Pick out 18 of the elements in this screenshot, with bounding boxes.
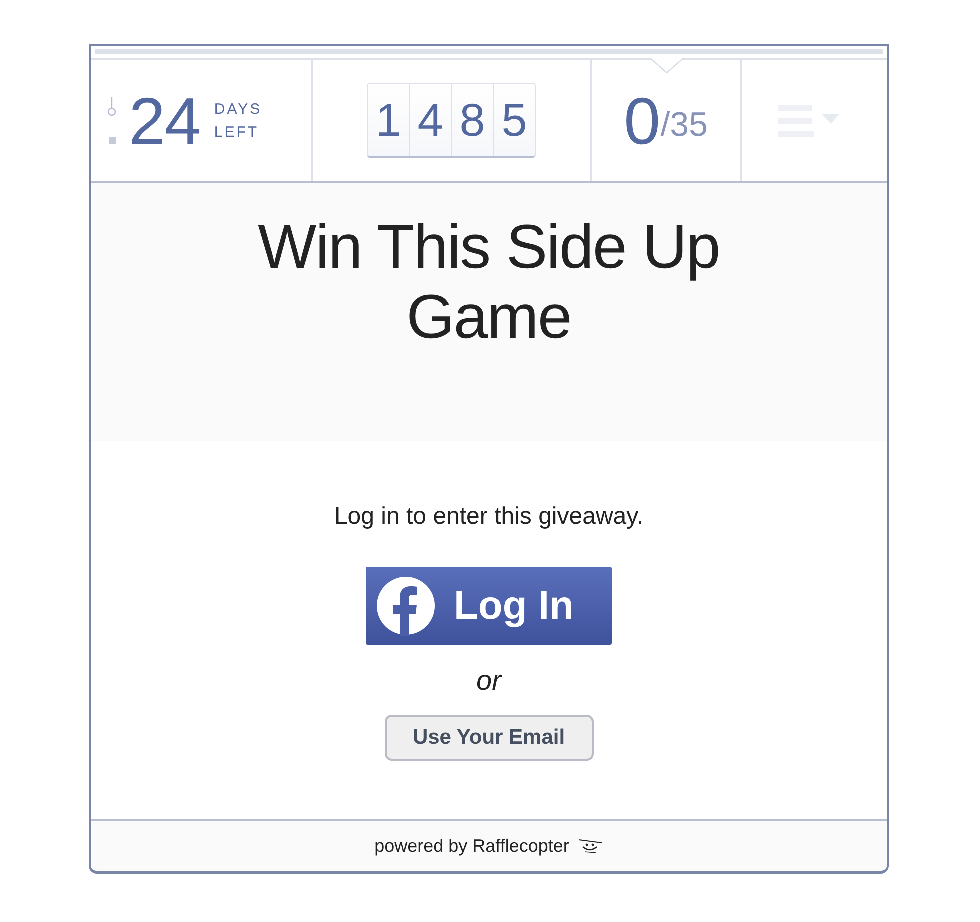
days-count: 24 xyxy=(129,82,200,158)
your-entries: 0 xyxy=(624,82,661,158)
facebook-icon xyxy=(376,576,436,636)
timeline-icon xyxy=(107,96,117,144)
counter-digit: 4 xyxy=(410,84,452,156)
giveaway-title: Win This Side Up Game xyxy=(257,213,721,354)
email-login-button[interactable]: Use Your Email xyxy=(384,715,594,761)
powered-by-text: powered by Rafflecopter xyxy=(374,836,570,856)
facebook-login-button[interactable]: Log In xyxy=(366,567,612,645)
total-entries: /35 xyxy=(660,106,708,145)
smiley-icon xyxy=(577,838,604,854)
or-separator: or xyxy=(476,665,502,697)
counter-digit: 1 xyxy=(368,84,410,156)
days-label: DAYS xyxy=(214,100,262,118)
counter-digit: 5 xyxy=(500,93,528,148)
login-prompt: Log in to enter this giveaway. xyxy=(334,503,644,531)
counter-digit: 8 xyxy=(452,84,494,156)
days-label: LEFT xyxy=(214,124,260,140)
